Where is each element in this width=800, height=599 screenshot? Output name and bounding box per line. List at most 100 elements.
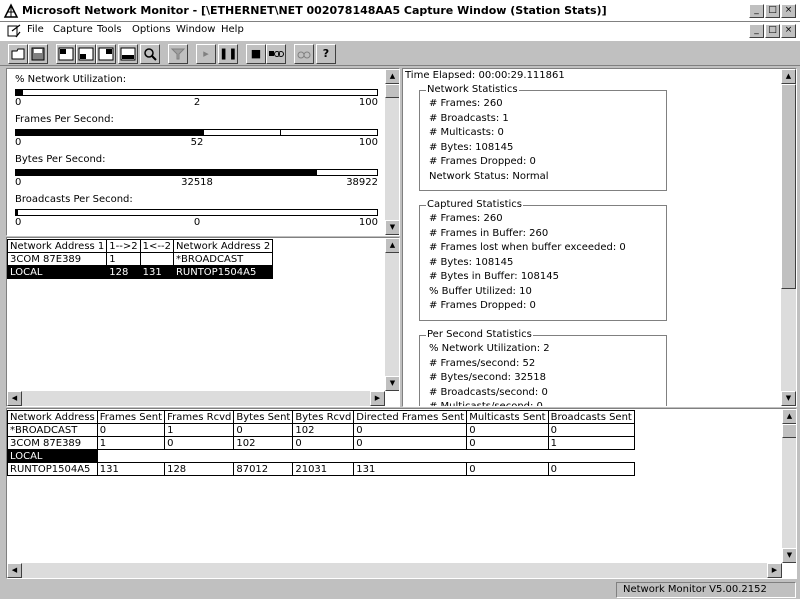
scroll-up-button[interactable]: ▲	[782, 409, 796, 424]
column-header[interactable]: Multicasts Sent	[466, 410, 549, 424]
column-header[interactable]: Frames Sent	[96, 410, 166, 424]
group-title: Network Statistics	[426, 84, 519, 95]
menu-window[interactable]: Window	[176, 24, 215, 35]
find-icon	[144, 48, 157, 61]
group-title: Captured Statistics	[426, 199, 523, 210]
minimize-button[interactable]: _	[749, 4, 764, 18]
scroll-thumb[interactable]	[781, 84, 796, 289]
table-cell	[466, 449, 549, 463]
table-cell: RUNTOP1504A5	[7, 462, 98, 476]
table-row[interactable]: LOCAL	[7, 449, 635, 463]
station-vertical-scrollbar[interactable]: ▲ ▼	[782, 409, 796, 563]
scroll-right-button[interactable]: ▶	[370, 391, 385, 406]
pause-capture-button[interactable]: ❚❚	[218, 44, 238, 64]
start-icon: ▸	[203, 47, 209, 60]
scroll-up-button[interactable]: ▲	[781, 69, 796, 84]
menu-options[interactable]: Options	[132, 24, 171, 35]
session-vertical-scrollbar[interactable]: ▲ ▼	[385, 238, 399, 391]
close-button[interactable]: ×	[781, 4, 796, 18]
app-icon[interactable]	[3, 3, 19, 19]
scroll-up-button[interactable]: ▲	[385, 69, 399, 84]
document-icon[interactable]	[6, 23, 22, 39]
graph-min: 0	[15, 97, 22, 108]
column-header[interactable]: Broadcasts Sent	[547, 410, 635, 424]
view-capture-button[interactable]	[294, 44, 314, 64]
stat-line: # Frames in Buffer: 260	[429, 227, 549, 239]
graph-pane-button[interactable]	[56, 44, 76, 64]
scroll-left-button[interactable]: ◀	[7, 391, 22, 406]
graph-bar-fill	[16, 170, 318, 175]
title-bar[interactable]: Microsoft Network Monitor - [\ETHERNET\N…	[0, 0, 800, 22]
column-header[interactable]: Frames Rcvd	[164, 410, 235, 424]
stat-line: # Bytes: 108145	[429, 141, 514, 153]
table-cell	[139, 252, 174, 266]
scroll-down-button[interactable]: ▼	[385, 376, 399, 391]
status-bar: Network Monitor V5.00.2152	[0, 581, 800, 599]
table-cell: 1	[96, 436, 166, 450]
total-pane-button[interactable]	[118, 44, 138, 64]
scroll-thumb[interactable]	[385, 84, 399, 98]
column-header[interactable]: 1-->2	[106, 239, 141, 253]
start-capture-button[interactable]: ▸	[196, 44, 216, 64]
doc-minimize-button[interactable]: _	[749, 24, 764, 38]
table-cell: 131	[96, 462, 166, 476]
session-pane-button[interactable]	[76, 44, 96, 64]
table-row[interactable]: 3COM 87E389 1 0 102 0 0 0 1	[7, 436, 635, 450]
stat-line: # Frames: 260	[429, 98, 503, 109]
column-header[interactable]: 1<--2	[139, 239, 174, 253]
scroll-down-button[interactable]: ▼	[782, 548, 796, 563]
column-header[interactable]: Bytes Rcvd	[292, 410, 355, 424]
table-cell: 0	[233, 423, 294, 437]
find-button[interactable]	[140, 44, 160, 64]
menu-help[interactable]: Help	[221, 24, 244, 35]
station-pane-button[interactable]	[96, 44, 116, 64]
table-header-row: Network Address Frames Sent Frames Rcvd Byt…	[7, 410, 635, 424]
filter-button[interactable]	[168, 44, 188, 64]
station-horizontal-scrollbar[interactable]: ◀ ▶	[7, 563, 782, 578]
graph-area: % Network Utilization: 0 2 100 Frames Per Se…	[7, 69, 385, 235]
graph-label: % Network Utilization:	[15, 74, 127, 85]
session-horizontal-scrollbar[interactable]: ◀ ▶	[7, 391, 385, 406]
graph-max: 100	[358, 217, 378, 228]
scroll-up-button[interactable]: ▲	[385, 238, 399, 253]
table-row[interactable]: RUNTOP1504A5 131 128 87012 21031 131 0 0	[7, 462, 635, 476]
new-capture-button[interactable]	[8, 44, 28, 64]
stop-and-view-button[interactable]	[266, 44, 286, 64]
table-cell: 0	[547, 462, 635, 476]
scroll-down-button[interactable]: ▼	[385, 220, 399, 235]
stop-capture-button[interactable]: ■	[246, 44, 266, 64]
toolbar: ▸ ❚❚ ■ ?	[0, 40, 800, 66]
menu-file[interactable]: File	[27, 24, 44, 35]
save-button[interactable]	[28, 44, 48, 64]
table-cell	[164, 449, 234, 463]
scroll-thumb[interactable]	[782, 424, 796, 438]
doc-restore-button[interactable]: □	[765, 24, 780, 38]
doc-close-button[interactable]: ×	[781, 24, 796, 38]
scroll-right-button[interactable]: ▶	[767, 563, 782, 578]
maximize-button[interactable]: □	[765, 4, 780, 18]
column-header[interactable]: Directed Frames Sent	[353, 410, 468, 424]
table-cell: 1	[164, 423, 235, 437]
table-cell: 0	[292, 436, 355, 450]
stats-vertical-scrollbar[interactable]: ▲ ▼	[781, 69, 796, 406]
scroll-left-button[interactable]: ◀	[7, 563, 22, 578]
table-row[interactable]: LOCAL 128 131 RUNTOP1504A5	[7, 265, 274, 279]
table-cell: 0	[96, 423, 166, 437]
table-row[interactable]: *BROADCAST 0 1 0 102 0 0 0	[7, 423, 635, 437]
graph-bar-peak	[279, 130, 281, 135]
table-cell: 21031	[292, 462, 355, 476]
column-header[interactable]: Bytes Sent	[233, 410, 294, 424]
pane-total-icon	[120, 47, 136, 61]
stat-line: # Bytes in Buffer: 108145	[429, 271, 559, 282]
table-cell: 131	[139, 265, 174, 279]
column-header[interactable]: Network Address	[7, 410, 98, 424]
column-header[interactable]: Network Address 2	[172, 239, 274, 253]
stop-view-icon	[269, 51, 284, 57]
column-header[interactable]: Network Address 1	[7, 239, 108, 253]
table-row[interactable]: 3COM 87E389 1 *BROADCAST	[7, 252, 274, 266]
menu-tools[interactable]: Tools	[97, 24, 122, 35]
menu-capture[interactable]: Capture	[53, 24, 93, 35]
scroll-down-button[interactable]: ▼	[781, 391, 796, 406]
help-button[interactable]: ?	[316, 44, 336, 64]
graph-vertical-scrollbar[interactable]: ▲ ▼	[385, 69, 399, 235]
